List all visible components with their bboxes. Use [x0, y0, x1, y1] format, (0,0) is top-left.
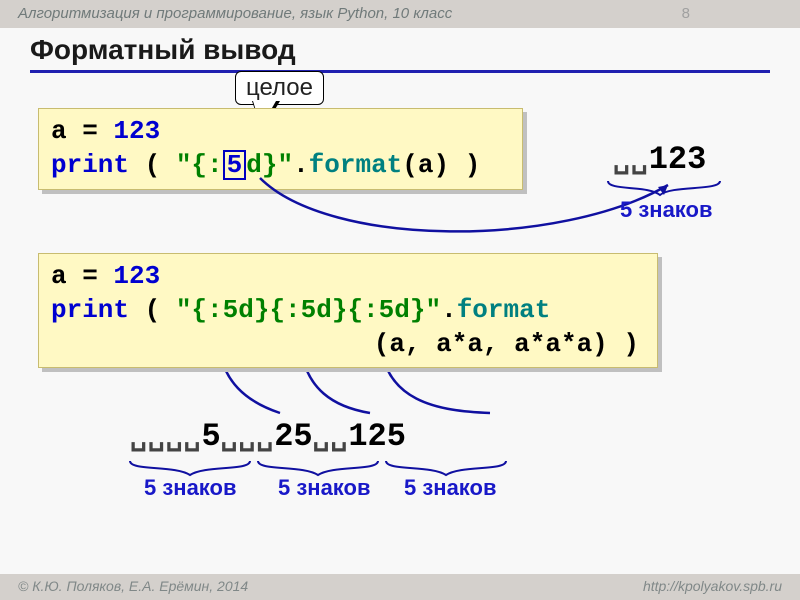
output-1: ␣␣123 [613, 141, 706, 178]
code-keyword: print [51, 150, 129, 180]
code-method: format [309, 150, 403, 180]
code-string: d}" [246, 150, 293, 180]
brace-label-2c: 5 знаков [404, 475, 497, 501]
code-text: . [293, 150, 309, 180]
output-value: 5 [201, 418, 220, 455]
output-value: 25 [274, 418, 312, 455]
title-rule [30, 70, 770, 73]
output-padding: ␣␣␣ [221, 423, 275, 454]
format-width-highlight: 5 [223, 150, 247, 180]
code-string: "{: [176, 150, 223, 180]
breadcrumb: Алгоритмизация и программирование, язык … [18, 5, 452, 22]
brace-label-1: 5 знаков [620, 197, 713, 223]
code-keyword: print [51, 295, 129, 325]
output-value: 125 [348, 418, 406, 455]
output-padding: ␣␣␣␣ [130, 423, 201, 454]
code-block-1: a = 123 print ( "{:5d}".format(a) ) [38, 108, 523, 190]
output-2: ␣␣␣␣5␣␣␣25␣␣125 [130, 418, 406, 455]
code-text: ( [129, 150, 176, 180]
code-text: (a) ) [402, 150, 480, 180]
code-block-2: a = 123 print ( "{:5d}{:5d}{:5d}".format… [38, 253, 658, 368]
callout-label: целое [235, 71, 324, 105]
code-text: a = [51, 261, 113, 291]
code-text: ( [129, 295, 176, 325]
brace-label-2b: 5 знаков [278, 475, 371, 501]
footer: © К.Ю. Поляков, Е.А. Ерёмин, 2014 http:/… [0, 574, 800, 600]
footer-url: http://kpolyakov.spb.ru [643, 578, 782, 596]
page-number: 8 [682, 6, 690, 22]
code-text: . [441, 295, 457, 325]
output-value: 123 [649, 141, 707, 178]
code-method: format [457, 295, 551, 325]
brace-label-2a: 5 знаков [144, 475, 237, 501]
output-padding: ␣␣ [313, 423, 349, 454]
code-literal: 123 [113, 116, 160, 146]
code-text: a = [51, 116, 113, 146]
slide-title: Форматный вывод [0, 28, 800, 70]
footer-copyright: © К.Ю. Поляков, Е.А. Ерёмин, 2014 [18, 578, 248, 596]
output-padding: ␣␣ [613, 146, 649, 177]
code-text: (a, a*a, a*a*a) ) [374, 329, 639, 359]
header-bar: Алгоритмизация и программирование, язык … [0, 0, 800, 28]
code-literal: 123 [113, 261, 160, 291]
code-string: "{:5d}{:5d}{:5d}" [176, 295, 441, 325]
